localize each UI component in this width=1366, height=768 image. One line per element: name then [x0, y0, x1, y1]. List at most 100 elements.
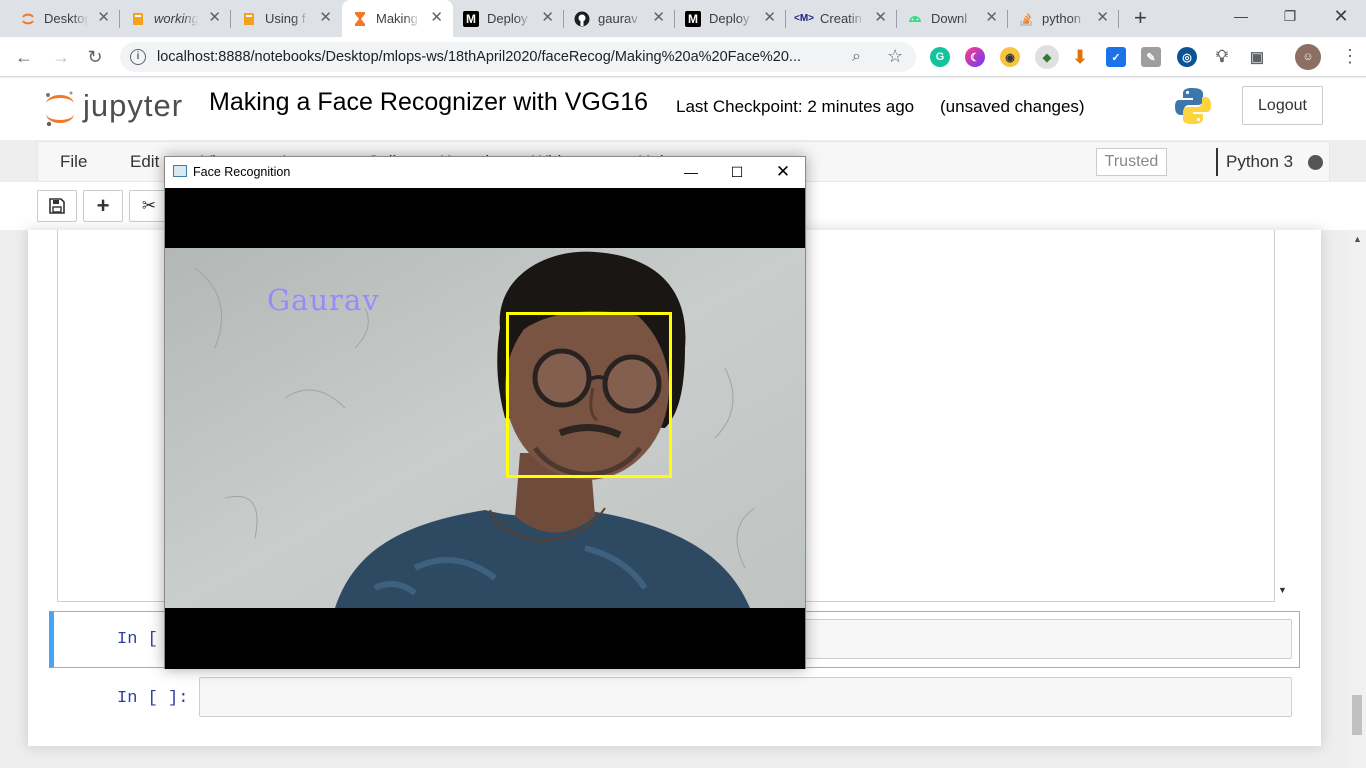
kernel-name[interactable]: Python 3 [1216, 148, 1293, 176]
camera-frame: Gaurav [165, 248, 805, 608]
close-window-button[interactable]: ✕ [760, 157, 806, 187]
floppy-disk-icon [49, 198, 65, 214]
browser-tab[interactable]: gaurav ✕ [564, 0, 675, 37]
browser-tab-active[interactable]: Making ✕ [342, 0, 453, 37]
save-button[interactable] [37, 190, 77, 222]
scroll-up-icon[interactable]: ▲ [1353, 234, 1362, 244]
tab-title: Desktop [44, 11, 88, 26]
close-icon[interactable]: ✕ [763, 10, 776, 26]
camera-extension-icon[interactable]: ▣ [1247, 47, 1267, 67]
insert-cell-button[interactable]: + [83, 190, 123, 222]
tab-title: python [1042, 11, 1082, 26]
code-input[interactable] [199, 677, 1292, 717]
tab-title: gaurav [598, 11, 638, 26]
cut-cell-button[interactable]: ✂ [129, 190, 169, 222]
jupyter-icon [20, 11, 36, 27]
camera-image [165, 248, 805, 608]
close-icon[interactable]: ✕ [541, 10, 554, 26]
page-scrollbar[interactable]: ▲ [1348, 230, 1366, 768]
logout-button[interactable]: Logout [1242, 86, 1323, 125]
new-tab-button[interactable]: + [1134, 7, 1147, 29]
zoom-icon[interactable]: ⌕ [852, 48, 861, 66]
download-extension-icon[interactable]: ⬇ [1070, 47, 1090, 67]
restore-button[interactable]: ❐ [1267, 0, 1313, 32]
browser-tab[interactable]: python ✕ [1008, 0, 1119, 37]
reload-button[interactable]: ↻ [82, 44, 108, 70]
cell-prompt: In [ ]: [117, 689, 189, 708]
scissors-icon: ✂ [141, 196, 157, 215]
android-icon [907, 11, 923, 27]
menu-edit[interactable]: Edit [130, 152, 159, 172]
jupyter-logo-icon [46, 91, 74, 127]
tab-title: working [154, 11, 198, 26]
url-text[interactable]: localhost:8888/notebooks/Desktop/mlops-w… [157, 49, 857, 65]
python-logo-icon [1175, 88, 1211, 124]
notebook-title[interactable]: Making a Face Recognizer with VGG16 [209, 88, 648, 117]
jupyter-logo[interactable]: jupyter [43, 86, 193, 127]
video-canvas: Gaurav [165, 188, 805, 669]
back-button[interactable]: ← [11, 44, 37, 70]
close-icon[interactable]: ✕ [652, 10, 665, 26]
medium-icon: M [463, 10, 479, 27]
close-icon[interactable]: ✕ [1096, 10, 1109, 26]
forward-button[interactable]: → [48, 44, 74, 70]
close-icon[interactable]: ✕ [874, 10, 887, 26]
browser-tab[interactable]: Using f ✕ [231, 0, 342, 37]
trusted-indicator[interactable]: Trusted [1096, 148, 1167, 176]
globe-extension-icon[interactable]: ◆ [1035, 45, 1059, 69]
dark-mode-extension-icon[interactable]: ☾ [965, 47, 985, 67]
face-detection-box [506, 312, 672, 478]
site-icon: <M> [794, 13, 815, 24]
checkpoint-status: Last Checkpoint: 2 minutes ago [676, 97, 915, 116]
owl-extension-icon[interactable]: ◉ [1000, 47, 1020, 67]
window-title: Face Recognition [193, 165, 291, 179]
tab-title: Downl [931, 11, 968, 26]
browser-tab[interactable]: Desktop ✕ [10, 0, 120, 37]
browser-tab[interactable]: M Deploy ✕ [453, 0, 564, 37]
grammarly-extension-icon[interactable]: G [930, 47, 950, 67]
close-icon[interactable]: ✕ [97, 10, 110, 26]
browser-tab[interactable]: Downl ✕ [897, 0, 1008, 37]
notes-extension-icon[interactable]: ✎ [1141, 47, 1161, 67]
medium-icon: M [685, 10, 701, 27]
browser-tab[interactable]: M Deploy ✕ [675, 0, 786, 37]
close-icon[interactable]: ✕ [319, 10, 332, 26]
recognized-name-label: Gaurav [267, 283, 380, 317]
maximize-button[interactable]: ☐ [714, 157, 760, 187]
close-icon[interactable]: ✕ [430, 10, 443, 26]
menu-kebab-icon[interactable]: ⋮ [1341, 46, 1359, 67]
plus-icon: + [96, 193, 110, 218]
github-icon [574, 11, 590, 27]
info-icon[interactable]: i [130, 49, 146, 65]
jupyter-wordmark: jupyter [83, 88, 184, 123]
browser-tab-strip: Desktop ✕ working ✕ Using f ✕ Making ✕ M… [0, 0, 1366, 37]
bookmark-star-icon[interactable]: ☆ [887, 46, 903, 67]
tab-separator [1118, 10, 1119, 28]
window-titlebar[interactable]: Face Recognition — ☐ ✕ [165, 157, 805, 188]
tab-title: Deploy [487, 11, 528, 26]
face-recognition-window[interactable]: Face Recognition — ☐ ✕ Gaurav [164, 156, 806, 669]
close-icon[interactable]: ✕ [985, 10, 998, 26]
browser-toolbar: ← → ↻ i localhost:8888/notebooks/Desktop… [0, 37, 1366, 77]
hourglass-icon [352, 11, 368, 27]
menu-file[interactable]: File [60, 152, 87, 172]
kernel-busy-indicator-icon [1308, 155, 1323, 170]
book-icon [130, 11, 146, 27]
minimize-button[interactable]: — [668, 157, 714, 187]
address-bar[interactable]: i localhost:8888/notebooks/Desktop/mlops… [120, 42, 916, 72]
tab-title: Making [376, 11, 418, 26]
scrollbar-thumb[interactable] [1352, 695, 1362, 735]
bulb-extension-icon[interactable]: 💡︎ [1212, 47, 1232, 67]
code-cell[interactable]: In [ ]: [49, 675, 1300, 724]
close-window-button[interactable]: ✕ [1318, 0, 1364, 32]
close-icon[interactable]: ✕ [208, 10, 221, 26]
eye-extension-icon[interactable]: ◎ [1177, 47, 1197, 67]
output-scroll-down-icon[interactable]: ▼ [1278, 585, 1287, 595]
autosave-status: (unsaved changes) [940, 97, 1085, 116]
browser-tab[interactable]: <M> Creatin ✕ [786, 0, 897, 37]
minimize-button[interactable]: — [1218, 0, 1264, 32]
check-extension-icon[interactable]: ✓ [1106, 47, 1126, 67]
book-icon [241, 11, 257, 27]
profile-avatar[interactable]: ☺ [1295, 44, 1321, 70]
browser-tab[interactable]: working ✕ [120, 0, 231, 37]
